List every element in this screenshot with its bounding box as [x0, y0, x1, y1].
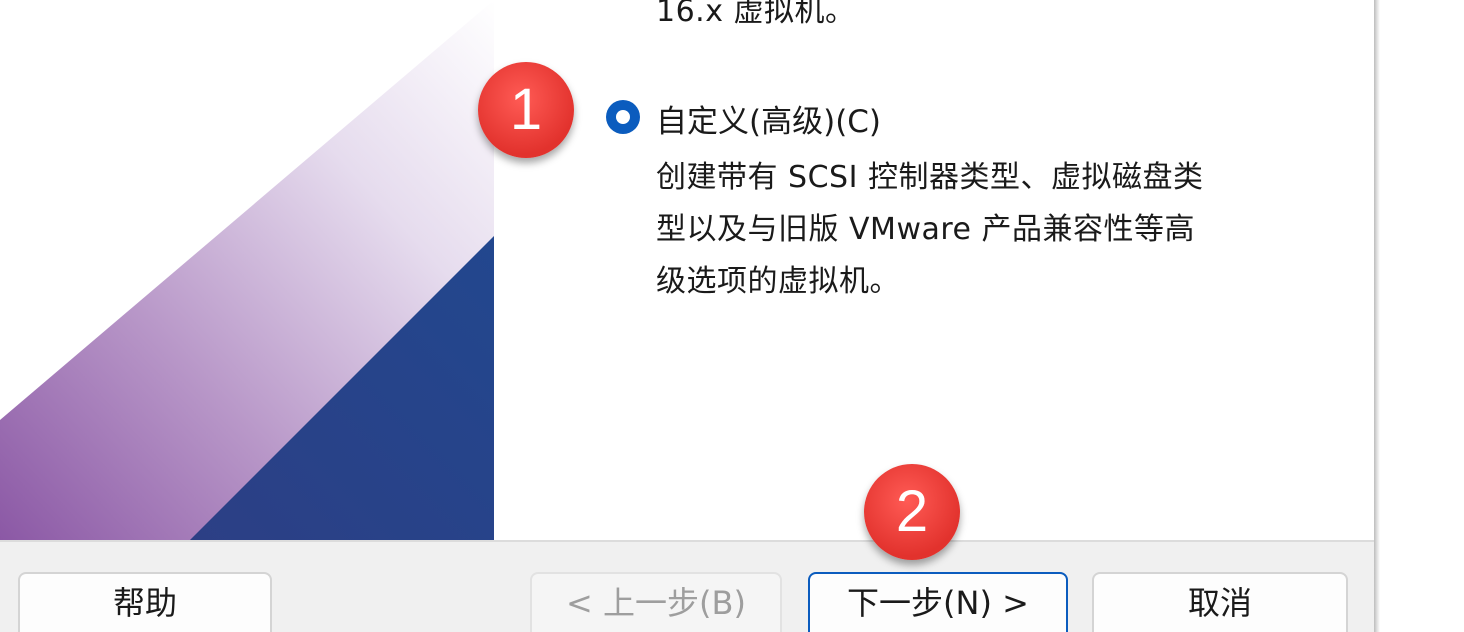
- previous-option-description: 16.x 虚拟机。: [656, 0, 856, 29]
- banner-artwork: [0, 0, 494, 540]
- description-line: 创建带有 SCSI 控制器类型、虚拟磁盘类: [656, 160, 1204, 195]
- help-button[interactable]: 帮助: [18, 572, 272, 632]
- next-button[interactable]: 下一步(N) >: [808, 572, 1068, 632]
- step-2-badge: 2: [864, 464, 960, 560]
- wizard-footer: 帮助 < 上一步(B) 下一步(N) > 取消: [0, 540, 1374, 632]
- description-line: 型以及与旧版 VMware 产品兼容性等高: [656, 212, 1196, 247]
- back-button[interactable]: < 上一步(B): [530, 572, 782, 632]
- step-1-badge: 1: [478, 62, 574, 158]
- wizard-content: 16.x 虚拟机。 自定义(高级)(C) 创建带有 SCSI 控制器类型、虚拟磁…: [0, 0, 1374, 540]
- custom-option-description: 创建带有 SCSI 控制器类型、虚拟磁盘类 型以及与旧版 VMware 产品兼容…: [656, 152, 1316, 308]
- screen: 16.x 虚拟机。 自定义(高级)(C) 创建带有 SCSI 控制器类型、虚拟磁…: [0, 0, 1464, 632]
- custom-option-label[interactable]: 自定义(高级)(C): [656, 96, 881, 141]
- new-vm-wizard-dialog: 16.x 虚拟机。 自定义(高级)(C) 创建带有 SCSI 控制器类型、虚拟磁…: [0, 0, 1374, 632]
- description-line: 级选项的虚拟机。: [656, 264, 900, 299]
- background-area: [1380, 0, 1464, 632]
- wizard-banner-graphic: [0, 0, 494, 540]
- cancel-button[interactable]: 取消: [1092, 572, 1348, 632]
- radio-selected-icon[interactable]: [606, 100, 640, 134]
